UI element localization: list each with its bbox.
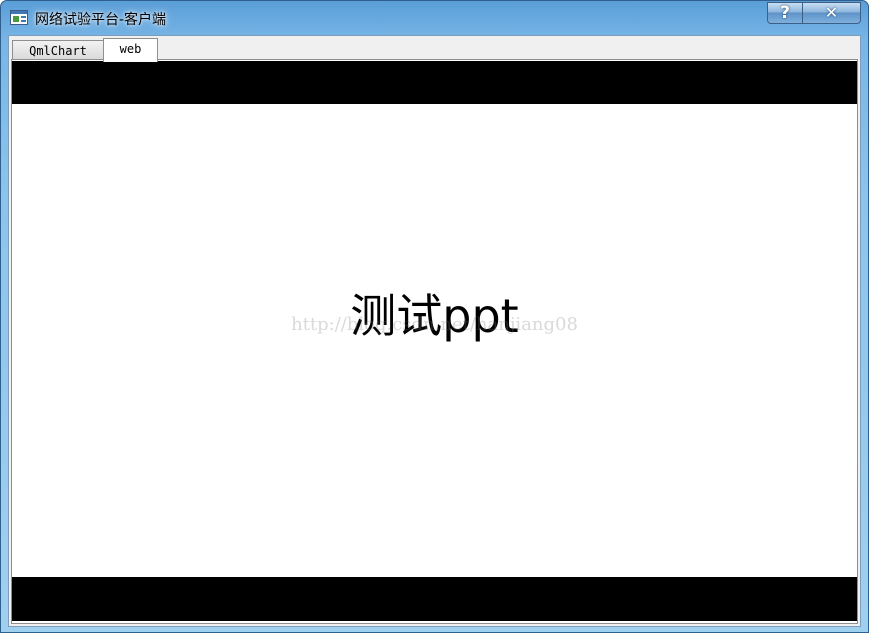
app-icon-line	[21, 16, 26, 18]
client-area: QmlChart web 测试ppt http://blog.csdn.net/…	[8, 35, 861, 627]
help-icon: ?	[780, 3, 790, 23]
app-icon-line	[21, 20, 26, 22]
tab-label: QmlChart	[29, 44, 87, 58]
tab-label: web	[119, 42, 142, 56]
app-icon-bar	[11, 11, 27, 14]
app-icon-square	[13, 16, 19, 22]
web-view[interactable]: 测试ppt http://blog.csdn.net/hanjiang08	[11, 59, 858, 624]
slide-letterbox-bottom	[12, 577, 857, 621]
tab-web[interactable]: web	[103, 38, 158, 62]
app-window: 网络试验平台-客户端 ? ✕ QmlChart web 测试ppt http:/…	[0, 0, 869, 633]
watermark: http://blog.csdn.net/hanjiang08	[291, 314, 578, 335]
slide-title: 测试ppt	[350, 289, 519, 343]
close-icon: ✕	[824, 3, 839, 22]
tab-qmlchart[interactable]: QmlChart	[12, 40, 104, 60]
close-button[interactable]: ✕	[802, 2, 861, 24]
window-title: 网络试验平台-客户端	[35, 12, 167, 28]
title-bar[interactable]: 网络试验平台-客户端 ? ✕	[1, 1, 868, 35]
help-button[interactable]: ?	[767, 2, 803, 24]
slide-letterbox-top	[12, 61, 857, 104]
window-app-icon[interactable]	[10, 10, 28, 25]
